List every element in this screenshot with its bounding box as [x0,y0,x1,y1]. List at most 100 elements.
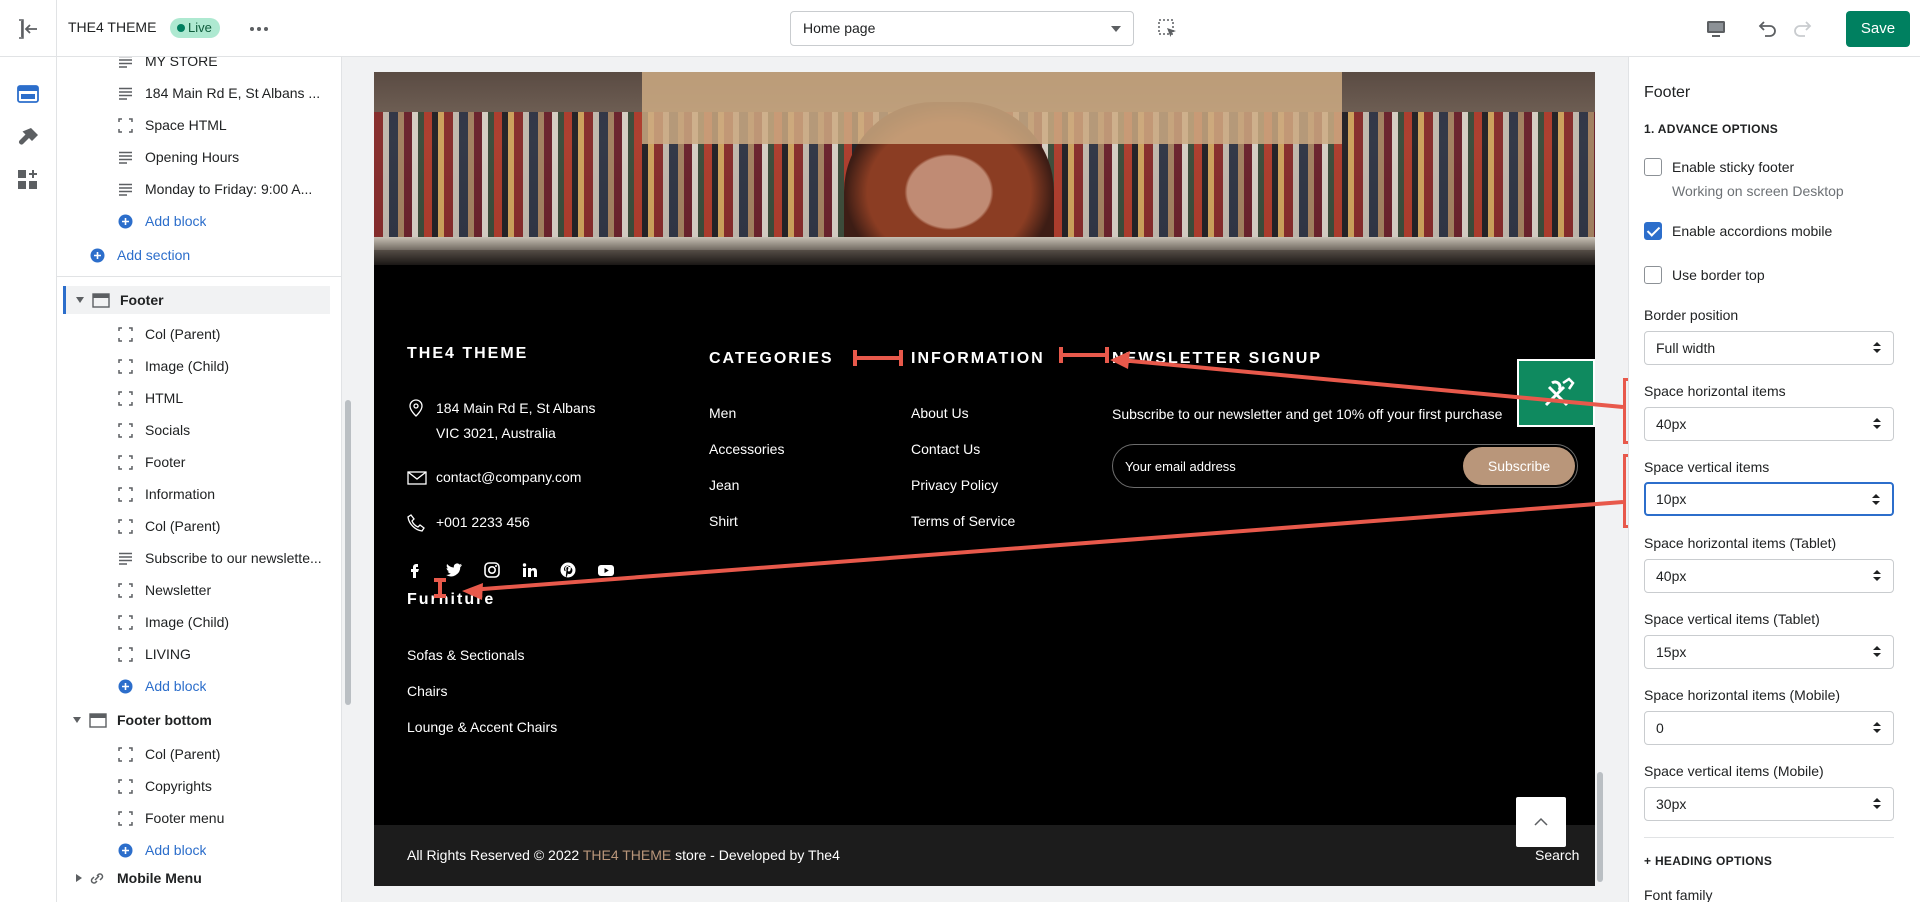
tree-item-label: Footer menu [145,810,225,826]
tree-item-label: Add block [145,678,207,694]
select-arrows-icon [1873,798,1881,810]
chevron-down-icon[interactable] [76,297,84,303]
twitter-icon[interactable] [445,561,463,579]
tree-item-label: Image (Child) [145,614,230,630]
sidebar-item[interactable]: Space HTML [57,111,330,139]
save-button[interactable]: Save [1846,11,1910,47]
pinterest-icon[interactable] [559,561,577,579]
desktop-view-icon[interactable] [1705,18,1727,40]
footer-phone[interactable]: +001 2233 456 [436,514,530,530]
tree-item-label: Information [145,486,216,502]
select-value: 10px [1656,491,1687,507]
footer-address-line1: 184 Main Rd E, St Albans [436,400,596,416]
inspector-icon[interactable] [1157,18,1179,40]
footer-search-link[interactable]: Search [1535,847,1579,863]
footer-block-item[interactable]: HTML [57,384,330,412]
add-section-button[interactable]: Add section [57,241,330,269]
space-horizontal-select[interactable]: 40px [1644,407,1894,441]
email-placeholder: Your email address [1125,459,1236,474]
information-link[interactable]: Terms of Service [911,513,1015,529]
space-vertical-select[interactable]: 10px [1644,482,1894,516]
footer-block-item[interactable]: Image (Child) [57,352,330,380]
sidebar-item[interactable]: 184 Main Rd E, St Albans ... [57,79,330,107]
category-link[interactable]: Men [709,405,736,421]
sidebar-scrollbar[interactable] [345,400,351,705]
tools-badge[interactable] [1517,359,1595,427]
instagram-icon[interactable] [483,561,501,579]
tree-item-label: Socials [145,422,191,438]
border-position-select[interactable]: Full width [1644,331,1894,365]
subscribe-button[interactable]: Subscribe [1463,447,1575,485]
space-vertical-mobile-select[interactable]: 30px [1644,787,1894,821]
sticky-footer-label: Enable sticky footer [1672,159,1795,175]
linkedin-icon[interactable] [521,561,539,579]
chevron-down-icon[interactable] [73,717,81,723]
theme-settings-icon[interactable] [15,125,41,151]
preview-scrollbar[interactable] [1597,772,1603,882]
footer-block-item[interactable]: Col (Parent) [57,512,330,540]
add-block-button[interactable]: Add block [57,836,330,864]
exit-icon[interactable] [16,16,42,42]
category-link[interactable]: Shirt [709,513,738,529]
space-vertical-tablet-select[interactable]: 15px [1644,635,1894,669]
sidebar-item[interactable]: Monday to Friday: 9:00 A... [57,175,330,203]
tree-item-label: 184 Main Rd E, St Albans ... [145,85,321,101]
furniture-link[interactable]: Chairs [407,683,447,699]
section-footer[interactable]: Footer [63,286,330,314]
footer-bottom-block-item[interactable]: Col (Parent) [57,740,330,768]
space-horizontal-tablet-select[interactable]: 40px [1644,559,1894,593]
footer-email[interactable]: contact@company.com [436,469,581,485]
sticky-footer-checkbox[interactable] [1644,158,1662,176]
space-vertical-label: Space vertical items [1644,459,1770,475]
footer-block-item[interactable]: Socials [57,416,330,444]
top-bar: THE4 THEME Live Home page Save [0,0,1920,57]
app-embeds-icon[interactable] [15,167,41,193]
add-block-button[interactable]: Add block [57,672,330,700]
tree-item-label: LIVING [145,646,191,662]
footer-block-item[interactable]: LIVING [57,640,330,668]
footer-block-item[interactable]: Col (Parent) [57,320,330,348]
tree-item-label: Copyrights [145,778,212,794]
youtube-icon[interactable] [597,561,615,579]
footer-block-item[interactable]: Newsletter [57,576,330,604]
chevron-right-icon[interactable] [76,874,82,882]
sections-icon[interactable] [15,81,41,107]
category-link[interactable]: Jean [709,477,739,493]
text-lines-icon [118,57,133,69]
section-footer-bottom[interactable]: Footer bottom [57,706,330,734]
information-link[interactable]: Privacy Policy [911,477,998,493]
redo-icon[interactable] [1792,17,1814,39]
section-mobile-menu[interactable]: Mobile Menu [57,864,330,892]
copyright-brand[interactable]: THE4 THEME [583,847,671,863]
undo-icon[interactable] [1756,17,1778,39]
select-arrows-icon [1873,722,1881,734]
select-value: 15px [1656,644,1687,660]
information-link[interactable]: Contact Us [911,441,980,457]
facebook-icon[interactable] [407,561,425,579]
sidebar-item[interactable]: MY STORE [57,57,330,75]
footer-block-item[interactable]: Footer [57,448,330,476]
add-block-button[interactable]: Add block [57,207,330,235]
footer-block-item[interactable]: Image (Child) [57,608,330,636]
category-link[interactable]: Accessories [709,441,784,457]
footer-bottom-block-item[interactable]: Copyrights [57,772,330,800]
footer-brand-heading: THE4 THEME [407,345,529,362]
footer-bottom-block-item[interactable]: Footer menu [57,804,330,832]
divider [57,276,341,277]
back-to-top-button[interactable] [1516,797,1566,847]
furniture-link[interactable]: Lounge & Accent Chairs [407,719,557,735]
divider [1644,837,1894,838]
furniture-link[interactable]: Sofas & Sectionals [407,647,525,663]
heading-options-toggle[interactable]: + HEADING OPTIONS [1644,854,1772,868]
chevron-down-icon [1111,26,1121,32]
information-link[interactable]: About Us [911,405,969,421]
sidebar-item[interactable]: Opening Hours [57,143,330,171]
border-top-checkbox[interactable] [1644,266,1662,284]
space-horizontal-mobile-select[interactable]: 0 [1644,711,1894,745]
more-actions-icon[interactable] [248,18,270,40]
footer-block-item[interactable]: Information [57,480,330,508]
footer-block-item[interactable]: Subscribe to our newslette... [57,544,330,572]
accordions-mobile-checkbox[interactable] [1644,222,1662,240]
text-lines-icon [118,86,133,101]
page-select[interactable]: Home page [790,11,1134,46]
